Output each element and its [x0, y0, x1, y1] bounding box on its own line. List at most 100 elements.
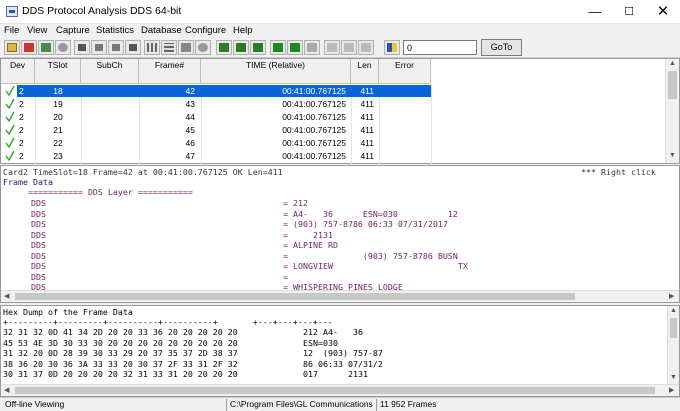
decode-field-value: 2131 — [293, 229, 333, 240]
cell-len: 411 — [360, 99, 374, 109]
search-icon[interactable] — [270, 40, 286, 55]
scroll-right-icon[interactable]: ▶ — [669, 386, 674, 394]
cell-dev: 2 — [19, 112, 24, 122]
hex-vscrollbar[interactable]: ▲ ▼ — [667, 306, 679, 384]
paste-icon[interactable] — [341, 40, 357, 55]
grid-view-icon[interactable] — [144, 40, 160, 55]
cell-subch — [81, 111, 139, 123]
decode-field-label: DDS — [31, 261, 46, 271]
scroll-up-icon[interactable]: ▲ — [669, 60, 676, 67]
col-len-header[interactable]: Len — [351, 59, 379, 84]
decode-field-separator: = — [283, 219, 288, 229]
capture-start-icon[interactable] — [21, 40, 37, 55]
menu-help[interactable]: Help — [233, 25, 253, 36]
dds-layer-header: =========== DDS Layer =========== — [28, 187, 193, 197]
menu-configure[interactable]: Configure — [185, 25, 226, 36]
menu-statistics[interactable]: Statistics — [96, 25, 134, 36]
filter-minus-icon[interactable] — [250, 40, 266, 55]
decode-hscrollbar[interactable]: ◀ ▶ — [1, 290, 679, 302]
scroll-thumb[interactable] — [668, 71, 677, 99]
toolbar: GoTo — [0, 38, 680, 58]
hex-ascii: ESN=030 — [303, 337, 338, 348]
menu-capture[interactable]: Capture — [56, 25, 90, 36]
table-row[interactable]: 2 18 42 00:41:00.767125 411 — [1, 85, 680, 97]
cell-tslot: 19 — [53, 99, 63, 109]
status-bar: Off-line Viewing C:\Program Files\GL Com… — [0, 397, 680, 411]
hscroll-thumb[interactable] — [15, 293, 575, 300]
frame-number-input[interactable] — [403, 40, 477, 55]
col-time-header[interactable]: TIME (Relative) — [201, 59, 351, 84]
scroll-left-icon[interactable]: ◀ — [4, 386, 9, 394]
right-click-hint: *** Right click — [581, 167, 656, 177]
first-frame-icon[interactable] — [74, 40, 90, 55]
cell-len: 411 — [360, 138, 374, 148]
menu-file[interactable]: File — [4, 25, 19, 36]
close-button[interactable]: ✕ — [646, 0, 680, 24]
decode-pane[interactable]: Card2 TimeSlot=18 Frame=42 at 00:41:00.7… — [0, 165, 680, 303]
table-row[interactable]: 2 22 46 00:41:00.767125 411 — [1, 137, 680, 149]
cell-dev: 2 — [19, 151, 24, 161]
last-frame-icon[interactable] — [125, 40, 141, 55]
frame-summary: Card2 TimeSlot=18 Frame=42 at 00:41:00.7… — [3, 167, 283, 177]
vscroll-thumb[interactable] — [670, 318, 677, 338]
col-subch-header[interactable]: SubCh — [81, 59, 139, 84]
col-dev-header[interactable]: Dev — [1, 59, 35, 84]
list-view-icon[interactable] — [161, 40, 177, 55]
cell-tslot: 18 — [53, 86, 63, 96]
goto-button[interactable]: GoTo — [481, 39, 522, 56]
col-frame-header[interactable]: Frame# — [139, 59, 201, 84]
hex-ascii: 86 06:33 07/31/2 — [303, 358, 383, 369]
table-row[interactable]: 2 19 43 00:41:00.767125 411 — [1, 98, 680, 110]
hscroll-thumb[interactable] — [15, 387, 655, 394]
capture-config-icon[interactable] — [38, 40, 54, 55]
frame-table: Dev TSlot SubCh Frame# TIME (Relative) L… — [0, 58, 680, 164]
set-icon[interactable] — [287, 40, 303, 55]
open-file-icon[interactable] — [4, 40, 20, 55]
filter-plus-icon[interactable] — [233, 40, 249, 55]
cell-frame: 47 — [185, 151, 195, 161]
maximize-button[interactable]: ☐ — [612, 0, 646, 24]
decode-field-value: A4- 36 ESN=030 12 — [293, 208, 458, 219]
decode-field-value: (903) 757-8786 06:33 07/31/2017 — [293, 219, 448, 229]
menu-database[interactable]: Database — [141, 25, 182, 36]
col-error-header[interactable]: Error — [379, 59, 431, 84]
stop-icon[interactable] — [55, 40, 71, 55]
decode-field-value: ALPINE RD — [293, 240, 338, 250]
scroll-down-icon[interactable]: ▼ — [670, 374, 677, 381]
col-tslot-header[interactable]: TSlot — [35, 59, 81, 84]
scroll-down-icon[interactable]: ▼ — [669, 152, 676, 159]
decode-field-separator: = — [283, 229, 288, 240]
menu-view[interactable]: View — [27, 25, 47, 36]
hex-dump-pane[interactable]: Hex Dump of the Frame Data +---------+--… — [0, 305, 680, 397]
scroll-up-icon[interactable]: ▲ — [670, 307, 677, 314]
copy-icon[interactable] — [324, 40, 340, 55]
table-row[interactable]: 2 20 44 00:41:00.767125 411 — [1, 111, 680, 123]
hex-hscrollbar[interactable]: ◀ ▶ — [1, 384, 679, 396]
record-icon[interactable] — [195, 40, 211, 55]
cell-tslot: 21 — [53, 125, 63, 135]
table-row[interactable]: 2 21 45 00:41:00.767125 411 — [1, 124, 680, 136]
table-scrollbar[interactable]: ▲ ▼ — [665, 59, 679, 163]
star-icon[interactable] — [304, 40, 320, 55]
cell-dev: 2 — [19, 138, 24, 148]
scroll-right-icon[interactable]: ▶ — [669, 292, 674, 300]
minimize-button[interactable]: — — [578, 0, 612, 24]
next-frame-icon[interactable] — [108, 40, 124, 55]
bookmark-icon[interactable] — [384, 40, 400, 55]
decode-field-separator: = — [283, 198, 288, 208]
cell-time: 00:41:00.767125 — [282, 112, 346, 122]
checkmark-icon — [5, 85, 15, 97]
scroll-left-icon[interactable]: ◀ — [4, 292, 9, 300]
filter-icon[interactable] — [216, 40, 232, 55]
cell-frame: 42 — [185, 86, 195, 96]
cell-tslot: 23 — [53, 151, 63, 161]
title-bar: DDS Protocol Analysis DDS 64-bit — ☐ ✕ — [0, 0, 680, 24]
cell-error — [379, 137, 431, 149]
cell-error — [379, 111, 431, 123]
frame-data-label: Frame Data — [3, 177, 53, 187]
prev-frame-icon[interactable] — [91, 40, 107, 55]
cell-len: 411 — [360, 151, 374, 161]
print-icon[interactable] — [358, 40, 374, 55]
stats-icon[interactable] — [178, 40, 194, 55]
table-row[interactable]: 2 23 47 00:41:00.767125 411 — [1, 150, 680, 162]
